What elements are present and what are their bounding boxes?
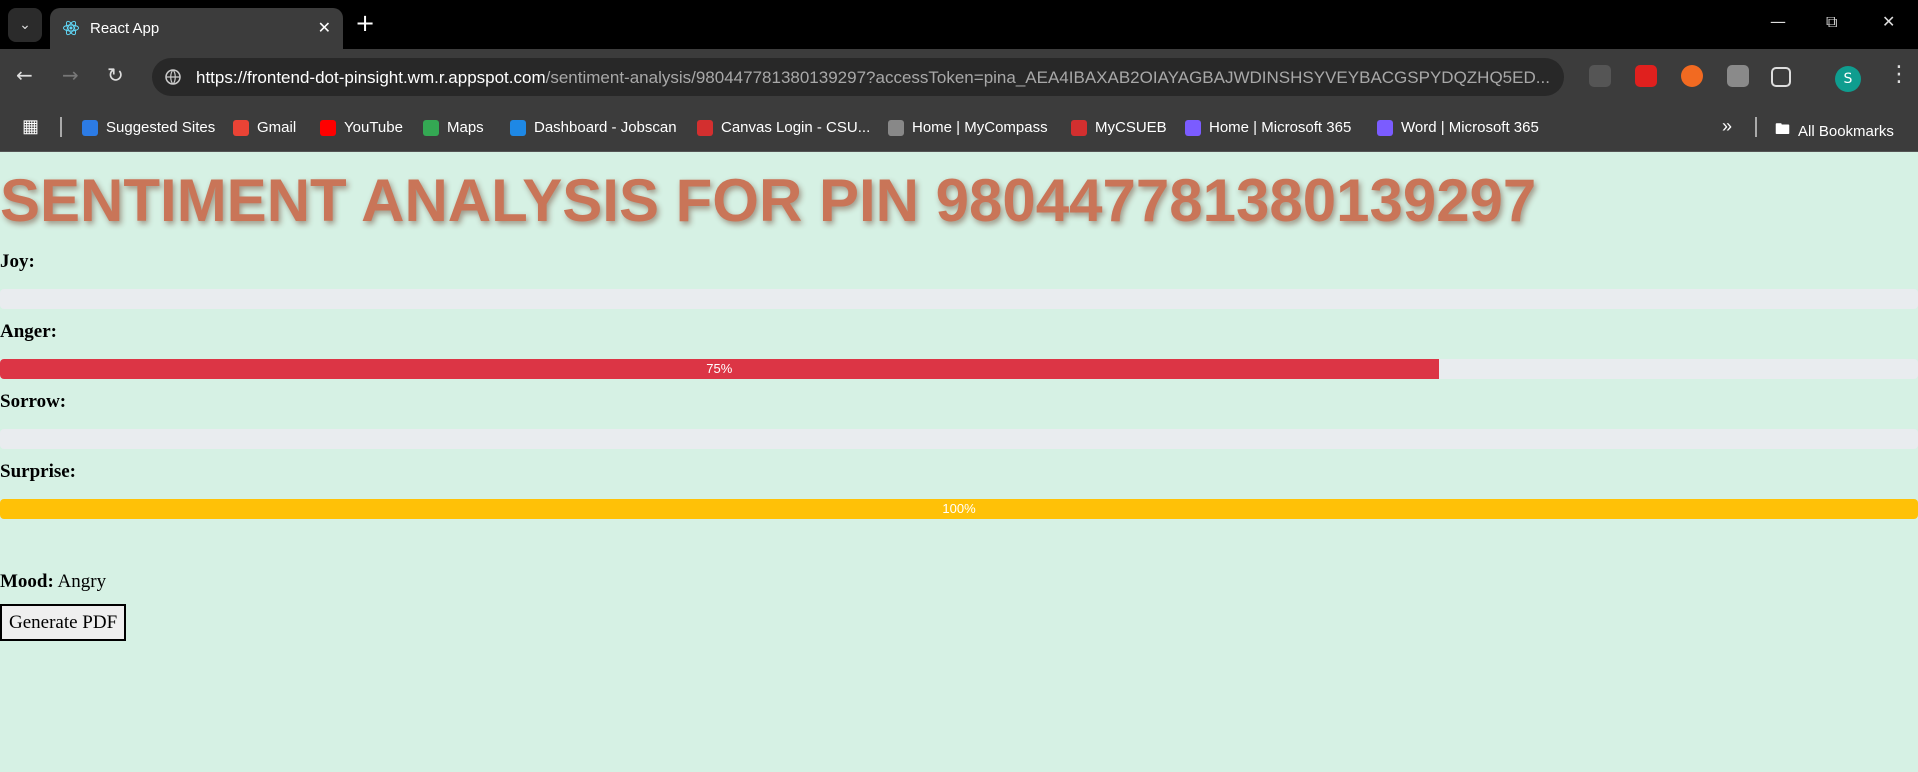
mood-label: Mood: [0, 571, 54, 592]
bookmark-item[interactable]: Dashboard - Jobscan [510, 119, 677, 136]
bookmark-label: Word | Microsoft 365 [1401, 119, 1539, 136]
eb-icon [1071, 119, 1087, 136]
more-bookmarks-icon[interactable]: » [1722, 116, 1732, 137]
bookmark-label: MyCSUEB [1095, 119, 1167, 136]
tab-search-button[interactable]: ⌄ [8, 8, 42, 42]
url-path: /sentiment-analysis/980447781380139297?a… [545, 68, 1550, 87]
extension-hand-icon[interactable] [1681, 65, 1703, 87]
all-bookmarks-label: All Bookmarks [1798, 123, 1894, 140]
extension-video-icon[interactable] [1635, 65, 1657, 87]
bookmark-item[interactable]: Suggested Sites [82, 119, 215, 136]
profile-avatar[interactable]: S [1835, 66, 1861, 92]
apps-grid-icon[interactable]: ▦ [22, 116, 39, 137]
progress-bar-fill: 75% [0, 359, 1439, 379]
close-window-icon[interactable]: ✕ [1882, 12, 1895, 31]
all-bookmarks-folder[interactable]: 🖿 All Bookmarks [1775, 119, 1894, 144]
close-tab-icon[interactable]: ✕ [318, 18, 331, 37]
bookmark-label: Dashboard - Jobscan [534, 119, 677, 136]
progress-bar-track: 100% [0, 499, 1918, 519]
edge-icon [82, 119, 98, 136]
page-title: SENTIMENT ANALYSIS FOR PIN 9804477813801… [0, 167, 1537, 234]
mood-line: Mood: Angry [0, 571, 106, 593]
progress-bar-track [0, 289, 1918, 309]
restore-icon[interactable]: ⧉ [1826, 12, 1837, 32]
maps-icon [423, 119, 439, 136]
emotion-label: Anger: [0, 321, 57, 342]
gmail-icon [233, 119, 249, 136]
bookmark-item[interactable]: Canvas Login - CSU... [697, 119, 870, 136]
url-text[interactable]: https://frontend-dot-pinsight.wm.r.appsp… [196, 68, 1551, 88]
browser-toolbar: ← → ↻ https://frontend-dot-pinsight.wm.r… [0, 49, 1918, 105]
extension-grid-icon[interactable] [1727, 65, 1749, 87]
bookmarks-bar: ▦ Suggested Sites Gmail YouTube Maps Dashboa… [0, 105, 1918, 152]
app-page: SENTIMENT ANALYSIS FOR PIN 9804477813801… [0, 152, 1918, 772]
progress-bar-fill: 100% [0, 499, 1918, 519]
bookmark-label: Maps [447, 119, 484, 136]
bookmark-label: Home | Microsoft 365 [1209, 119, 1352, 136]
active-tab[interactable]: React App ✕ [50, 8, 343, 49]
mood-value: Angry [57, 571, 107, 592]
emotion-label: Surprise: [0, 461, 76, 482]
back-arrow-icon[interactable]: ← [16, 65, 33, 85]
url-host: https://frontend-dot-pinsight.wm.r.appsp… [196, 68, 546, 87]
tab-title: React App [90, 20, 160, 37]
bookmark-item[interactable]: Gmail [233, 119, 296, 136]
bookmark-item[interactable]: Maps [423, 119, 484, 136]
m365-icon [1377, 119, 1393, 136]
progress-bar-track: 75% [0, 359, 1918, 379]
youtube-icon [320, 119, 336, 136]
forward-arrow-icon[interactable]: → [62, 65, 79, 85]
site-info-icon[interactable] [164, 68, 182, 86]
bookmark-item[interactable]: Word | Microsoft 365 [1377, 119, 1539, 136]
address-bar[interactable]: https://frontend-dot-pinsight.wm.r.appsp… [152, 58, 1564, 96]
bookmark-label: YouTube [344, 119, 403, 136]
more-menu-icon[interactable]: ⋮ [1888, 64, 1910, 86]
emotion-label: Sorrow: [0, 391, 67, 412]
jobscan-icon [510, 119, 526, 136]
browser-tab-strip: ⌄ React App ✕ + — ⧉ ✕ [0, 0, 1918, 49]
extensions-puzzle-icon[interactable] [1771, 67, 1791, 87]
bookmark-item[interactable]: Home | Microsoft 365 [1185, 119, 1351, 136]
folder-icon: 🖿 [1775, 121, 1791, 138]
m365-icon [1185, 119, 1201, 136]
bookmark-item[interactable]: YouTube [320, 119, 403, 136]
mycompass-icon [888, 119, 904, 136]
react-icon [63, 20, 79, 36]
progress-bar-track [0, 429, 1918, 449]
bookmark-item[interactable]: Home | MyCompass [888, 119, 1048, 136]
bookmark-item[interactable]: MyCSUEB [1071, 119, 1167, 136]
bookmark-label: Gmail [257, 119, 297, 136]
extension-robot-icon[interactable] [1589, 65, 1611, 87]
generate-pdf-button[interactable]: Generate PDF [0, 604, 127, 641]
bookmark-label: Home | MyCompass [912, 119, 1048, 136]
bookmarks-divider [60, 117, 62, 137]
eb-icon [697, 119, 713, 136]
minimize-icon[interactable]: — [1770, 12, 1786, 31]
bookmarks-divider [1755, 117, 1757, 137]
emotion-label: Joy: [0, 251, 35, 272]
reload-icon[interactable]: ↻ [107, 65, 124, 85]
new-tab-button[interactable]: + [355, 11, 375, 35]
bookmark-label: Suggested Sites [106, 119, 216, 136]
bookmark-label: Canvas Login - CSU... [721, 119, 871, 136]
chevron-down-icon: ⌄ [19, 17, 31, 33]
